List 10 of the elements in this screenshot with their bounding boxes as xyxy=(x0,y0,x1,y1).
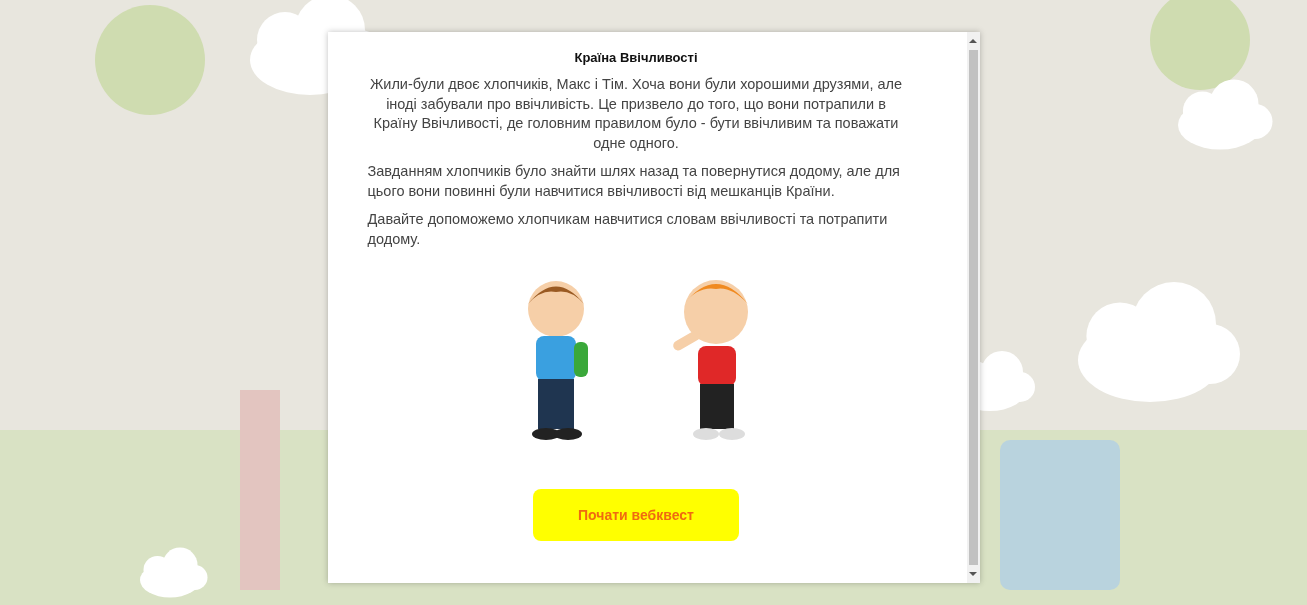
dialog-title: Країна Ввічливості xyxy=(573,50,699,65)
start-quest-button[interactable]: Почати вебквест xyxy=(533,489,739,541)
story-paragraph: Жили-були двоє хлопчиків, Макс і Тім. Хоча вони були хорошими друзями, але іноді забували про ввічливість. Це призвело до того, що вони потрапили в Країну Ввічливості, де головним правилом було - бути ввічливим та поважати одне одного. xyxy=(368,75,904,153)
scrollbar-thumb[interactable] xyxy=(968,50,978,565)
scroll-up-icon[interactable] xyxy=(969,36,977,46)
cloud-drawing xyxy=(140,547,208,598)
scroll-down-icon[interactable] xyxy=(969,569,977,579)
story-paragraph: Давайте допоможемо хлопчикам навчитися словам ввічливості та потрапити додому. xyxy=(367,210,889,249)
story-paragraph: Завданням хлопчиків було знайти шлях назад та повернутися додому, але для цього вони повинні були навчитися ввічливості від мешканців Країни. xyxy=(367,162,901,201)
scrollbar[interactable] xyxy=(966,32,980,583)
